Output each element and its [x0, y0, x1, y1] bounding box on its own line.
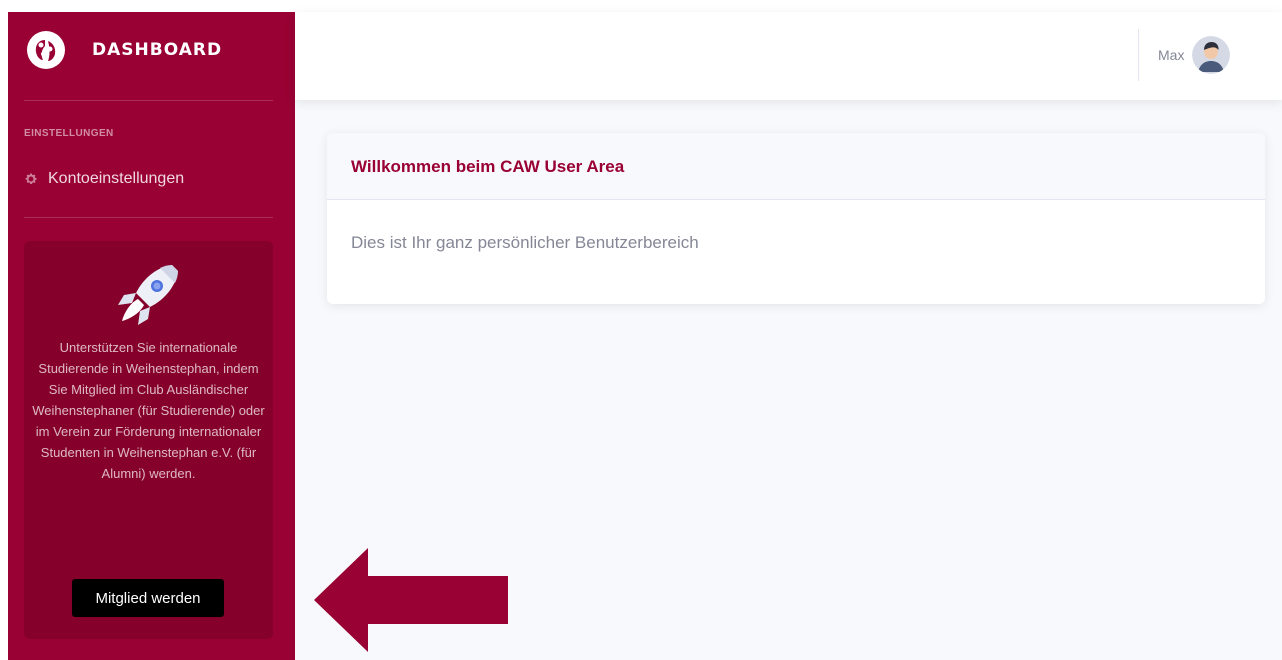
- sidebar-brand[interactable]: DASHBOARD: [26, 30, 222, 70]
- rocket-icon: [118, 265, 178, 325]
- user-avatar-icon: [1192, 36, 1231, 74]
- sidebar-item-account-settings[interactable]: Kontoeinstellungen: [24, 170, 184, 188]
- topbar: Max: [295, 12, 1282, 100]
- user-menu[interactable]: Max: [1158, 36, 1231, 74]
- left-arrow-icon: [314, 548, 508, 652]
- brand-logo-icon: [27, 31, 65, 69]
- card-title: Willkommen beim CAW User Area: [351, 157, 625, 176]
- sidebar-item-label: Kontoeinstellungen: [48, 170, 185, 187]
- promo-text: Unterstützen Sie internationale Studiere…: [32, 340, 265, 481]
- sidebar: DASHBOARD EINSTELLUNGEN Kontoeinstellung…: [8, 12, 295, 660]
- topbar-divider: [1138, 29, 1139, 81]
- sidebar-heading-settings: EINSTELLUNGEN: [24, 128, 114, 139]
- become-member-button[interactable]: Mitglied werden: [72, 579, 224, 617]
- card-header: Willkommen beim CAW User Area: [327, 133, 1265, 200]
- membership-promo-card: Unterstützen Sie internationale Studiere…: [24, 241, 273, 639]
- user-name: Max: [1158, 47, 1185, 63]
- welcome-card: Willkommen beim CAW User Area Dies ist I…: [327, 133, 1265, 304]
- card-body-text: Dies ist Ihr ganz persönlicher Benutzerb…: [351, 233, 699, 252]
- brand-title: DASHBOARD: [92, 40, 223, 60]
- sidebar-divider: [24, 217, 273, 218]
- gear-icon: [25, 173, 37, 184]
- app-frame: DASHBOARD EINSTELLUNGEN Kontoeinstellung…: [8, 12, 1282, 660]
- sidebar-divider: [24, 100, 273, 101]
